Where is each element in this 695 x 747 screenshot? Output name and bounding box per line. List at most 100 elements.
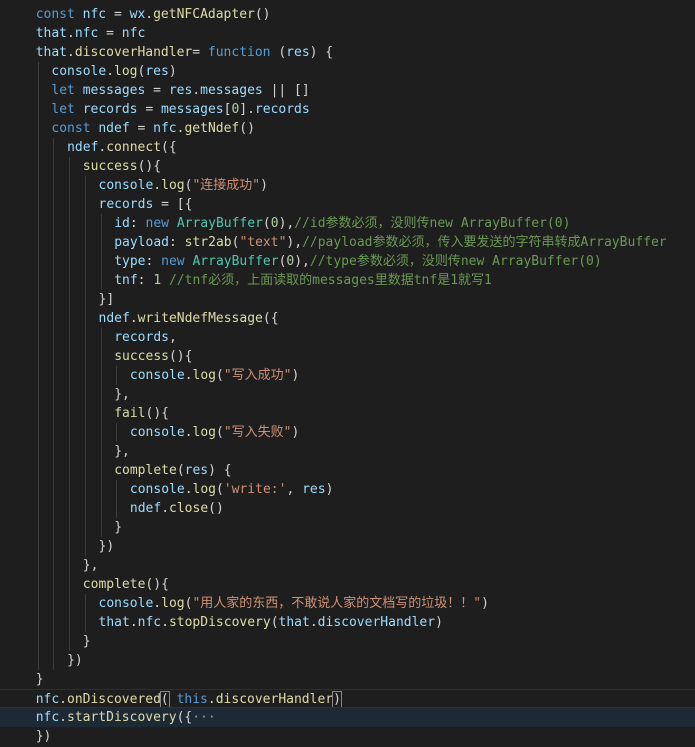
code-line[interactable]: }): [0, 537, 695, 556]
code-token: =: [137, 102, 161, 117]
code-token: ): [325, 482, 334, 497]
code-token: ({: [176, 710, 193, 725]
code-token: .: [153, 596, 162, 611]
code-line[interactable]: payload: str2ab("text"),//payload参数必须，传入…: [0, 233, 695, 252]
code-token: nfc: [137, 615, 162, 630]
folded-ellipsis[interactable]: ···: [192, 710, 215, 725]
code-line[interactable]: console.log("写入失败"): [0, 423, 695, 442]
code-token: discoverHandler: [215, 692, 334, 707]
code-token: close: [169, 501, 209, 516]
code-line[interactable]: console.log(res): [0, 62, 695, 81]
code-token: 'write:': [223, 482, 287, 497]
code-line[interactable]: console.log("连接成功"): [0, 176, 695, 195]
code-token: res: [286, 45, 310, 60]
code-line[interactable]: that.nfc = nfc: [0, 24, 695, 43]
code-text: that.nfc = nfc: [36, 24, 146, 43]
code-token: ({: [161, 140, 177, 155]
code-text: nfc.onDiscovered( this.discoverHandler): [35, 690, 342, 707]
code-token: .: [59, 710, 67, 725]
code-line[interactable]: success(){: [0, 157, 695, 176]
code-line[interactable]: nfc.onDiscovered( this.discoverHandler): [0, 689, 695, 708]
code-line[interactable]: that.nfc.stopDiscovery(that.discoverHand…: [0, 613, 695, 632]
code-text: payload: str2ab("text"),//payload参数必须，传入…: [114, 233, 666, 252]
code-token: =: [98, 26, 122, 41]
code-token: 1: [153, 273, 162, 288]
code-token: this: [176, 692, 208, 707]
code-line[interactable]: nfc.startDiscovery({···: [0, 708, 695, 727]
code-line[interactable]: that.discoverHandler= function (res) {: [0, 43, 695, 62]
code-token: =: [145, 83, 169, 98]
code-line[interactable]: }: [0, 518, 695, 537]
code-token: ): [291, 368, 300, 383]
code-line[interactable]: complete(res) {: [0, 461, 695, 480]
code-token: }): [35, 729, 52, 744]
code-token: (: [270, 615, 279, 630]
code-token: success: [114, 349, 169, 364]
code-line[interactable]: id: new ArrayBuffer(0),//id参数必须，没则传new A…: [0, 214, 695, 233]
code-token: ndef: [129, 501, 162, 516]
code-text: ndef.connect({: [67, 138, 177, 157]
code-line[interactable]: }): [0, 727, 695, 746]
code-token: let: [51, 102, 83, 117]
code-token: discoverHandler: [317, 615, 436, 630]
code-token: }: [82, 634, 91, 649]
code-line[interactable]: success(){: [0, 347, 695, 366]
code-line[interactable]: let messages = res.messages || []: [0, 81, 695, 100]
code-line[interactable]: type: new ArrayBuffer(0),//type参数必须，没则传n…: [0, 252, 695, 271]
code-line[interactable]: let records = messages[0].records: [0, 100, 695, 119]
code-line[interactable]: ndef.close(): [0, 499, 695, 518]
code-token: }: [35, 672, 44, 687]
code-line[interactable]: const ndef = nfc.getNdef(): [0, 119, 695, 138]
code-line[interactable]: },: [0, 442, 695, 461]
code-token: (: [262, 216, 271, 231]
code-token: //type参数必须，没则传new ArrayBuffer(0): [309, 254, 602, 269]
code-line[interactable]: },: [0, 556, 695, 575]
code-token: console: [129, 425, 185, 440]
code-token: const: [35, 7, 83, 22]
code-token: :: [168, 235, 185, 250]
code-text: const ndef = nfc.getNdef(): [51, 119, 255, 138]
code-token: res: [145, 64, 169, 79]
code-line[interactable]: records = [{: [0, 195, 695, 214]
code-token: nfc: [35, 692, 60, 707]
code-line[interactable]: ndef.writeNdefMessage({: [0, 309, 695, 328]
code-token: log: [192, 425, 216, 440]
code-token: startDiscovery: [67, 710, 177, 725]
code-token: ): [435, 615, 443, 630]
code-token: res: [302, 482, 326, 497]
code-token: .: [67, 45, 75, 60]
code-line[interactable]: ndef.connect({: [0, 138, 695, 157]
code-line[interactable]: console.log("写入成功"): [0, 366, 695, 385]
code-line[interactable]: }: [0, 632, 695, 651]
code-line[interactable]: tnf: 1 //tnf必须，上面读取的messages里数据tnf是1就写1: [0, 271, 695, 290]
code-token: console: [98, 596, 154, 611]
code-line[interactable]: fail(){: [0, 404, 695, 423]
code-editor[interactable]: const nfc = wx.getNFCAdapter() that.nfc =…: [0, 0, 695, 747]
code-token: (): [208, 501, 224, 516]
code-text: fail(){: [114, 404, 169, 423]
code-token: "连接成功": [192, 178, 261, 193]
code-token: ) {: [309, 45, 334, 60]
code-token: =: [106, 7, 130, 22]
code-text: console.log(res): [51, 62, 176, 81]
code-line[interactable]: console.log("用人家的东西，不敢说人家的文档写的垃圾！！"): [0, 594, 695, 613]
code-token: new: [161, 254, 193, 269]
code-line[interactable]: console.log('write:', res): [0, 480, 695, 499]
code-line[interactable]: }]: [0, 290, 695, 309]
code-token: :: [129, 216, 146, 231]
code-line[interactable]: },: [0, 385, 695, 404]
code-token: "写入成功": [223, 368, 292, 383]
code-line[interactable]: const nfc = wx.getNFCAdapter(): [0, 5, 695, 24]
code-token: nfc: [153, 121, 177, 136]
code-line[interactable]: records,: [0, 328, 695, 347]
code-text: let messages = res.messages || []: [51, 81, 309, 100]
code-line[interactable]: }): [0, 651, 695, 670]
code-token: fail: [114, 406, 146, 421]
code-line[interactable]: }: [0, 670, 695, 689]
code-token: }): [67, 653, 83, 668]
code-token: complete: [82, 577, 146, 592]
code-token: log: [192, 482, 216, 497]
code-token: ,: [168, 330, 177, 345]
code-line[interactable]: complete(){: [0, 575, 695, 594]
code-token: messages: [160, 102, 224, 117]
